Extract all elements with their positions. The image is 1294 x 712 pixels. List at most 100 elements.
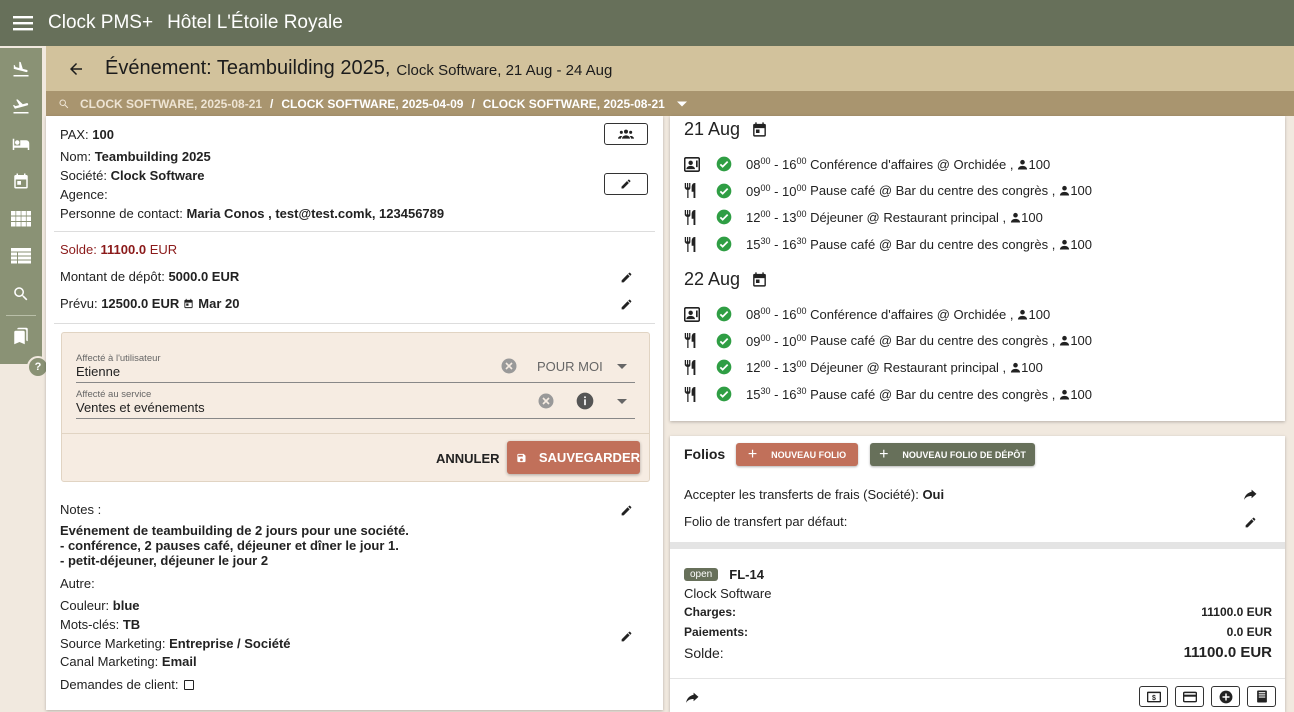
calendar-icon — [184, 298, 193, 309]
name-value: Teambuilding 2025 — [94, 149, 211, 164]
new-folio-button[interactable]: + NOUVEAU FOLIO — [736, 443, 858, 466]
search-icon — [14, 287, 28, 301]
agency-label: Agence: — [60, 187, 108, 202]
edit-notes-button[interactable] — [616, 500, 636, 520]
event-type-icon — [684, 156, 704, 172]
event-description: Pause café @ Bar du centre des congrès , — [810, 183, 1056, 199]
folio-number[interactable]: FL-14 — [729, 567, 764, 582]
end-minute: 00 — [796, 209, 807, 220]
breadcrumb-item[interactable]: CLOCK SOFTWARE, 2025-08-21 — [483, 97, 665, 111]
info-button[interactable] — [574, 390, 596, 412]
for-me-button[interactable]: POUR MOI — [537, 359, 603, 374]
day-title: 22 Aug — [684, 269, 741, 289]
keywords-label: Mots-clés: — [60, 617, 120, 632]
company-label: Société: — [60, 168, 107, 183]
schedule-item[interactable]: 1200 - 1300 Déjeuner @ Restaurant princi… — [684, 207, 1043, 227]
schedule-item[interactable]: 0800 - 1600 Conférence d'affaires @ Orch… — [684, 304, 1050, 324]
default-transfer-label: Folio de transfert par défaut: — [684, 514, 848, 529]
day-title: 21 Aug — [684, 119, 741, 139]
edit-default-transfer-button[interactable] — [1240, 512, 1260, 532]
nav-in-house[interactable] — [0, 125, 42, 163]
edit-deposit-button[interactable] — [616, 267, 636, 287]
info-icon — [576, 392, 594, 410]
section-separator — [670, 542, 1285, 549]
schedule-item[interactable]: 0900 - 1000 Pause café @ Bar du centre d… — [684, 331, 1092, 351]
close-circle-icon — [538, 393, 554, 409]
schedule-item[interactable]: 0800 - 1600 Conférence d'affaires @ Orch… — [684, 154, 1050, 174]
arrow-back-icon — [70, 62, 82, 75]
breadcrumb-item[interactable]: CLOCK SOFTWARE, 2025-08-21 — [80, 97, 262, 111]
person-icon — [1018, 159, 1028, 170]
menu-button[interactable] — [0, 0, 46, 46]
person-icon — [1060, 336, 1070, 346]
schedule-item[interactable]: 1530 - 1630 Pause café @ Bar du centre d… — [684, 384, 1092, 404]
balance-row: Solde: 11100.0 EUR — [60, 242, 177, 257]
caret-down-icon[interactable] — [676, 101, 687, 107]
side-nav — [0, 48, 42, 364]
breadcrumb-item[interactable]: CLOCK SOFTWARE, 2025-04-09 — [281, 97, 463, 111]
participants-button[interactable] — [604, 123, 648, 145]
user-field[interactable]: Etienne — [76, 364, 120, 379]
forward-arrow-icon — [1243, 489, 1256, 500]
source-row: Source Marketing: Entreprise / Société — [60, 636, 291, 651]
add-circle-icon — [1219, 690, 1232, 703]
check-circle-icon — [716, 306, 732, 322]
nav-departures[interactable] — [0, 88, 42, 126]
divider — [670, 678, 1285, 679]
calendar-event-icon[interactable] — [751, 121, 768, 138]
day-header: 22 Aug — [684, 269, 768, 290]
nav-arrivals[interactable] — [0, 50, 42, 88]
nav-search[interactable] — [0, 275, 42, 313]
breadcrumb: CLOCK SOFTWARE, 2025-08-21 / CLOCK SOFTW… — [46, 91, 1294, 116]
edit-other-button[interactable] — [616, 626, 636, 646]
check-circle-icon — [716, 183, 732, 199]
user-field-label: Affecté à l'utilisateur — [76, 353, 161, 364]
save-button[interactable]: SAUVEGARDER — [507, 441, 640, 474]
edit-details-button[interactable] — [604, 173, 648, 195]
service-field[interactable]: Ventes et evénements — [76, 400, 205, 415]
end-minute: 30 — [796, 236, 807, 247]
new-deposit-folio-button[interactable]: + NOUVEAU FOLIO DE DÉPÔT — [870, 443, 1035, 466]
folio-header: open FL-14 — [684, 567, 764, 582]
nav-table[interactable] — [0, 238, 42, 276]
dropdown-arrow-icon[interactable] — [617, 364, 627, 369]
app-bar: Clock PMS+ Hôtel L'Étoile Royale — [0, 0, 1294, 46]
nav-calendar[interactable] — [0, 163, 42, 201]
restaurant-icon — [684, 209, 696, 225]
schedule-item[interactable]: 0900 - 1000 Pause café @ Bar du centre d… — [684, 181, 1092, 201]
end-minute: 00 — [796, 306, 807, 316]
cancel-button[interactable]: ANNULER — [436, 451, 500, 466]
accept-transfers-label: Accepter les transferts de frais (Sociét… — [684, 487, 919, 502]
schedule-item[interactable]: 1530 - 1630 Pause café @ Bar du centre d… — [684, 234, 1092, 254]
clear-user-button[interactable] — [499, 356, 519, 376]
invoice-button[interactable] — [1247, 686, 1276, 707]
transfer-settings-button[interactable] — [1240, 485, 1260, 505]
start-hour: 12 — [746, 210, 761, 226]
nav-bookmarks[interactable] — [0, 318, 42, 356]
status-badge: open — [684, 568, 719, 581]
requests-checkbox[interactable] — [183, 679, 194, 690]
clear-service-button[interactable] — [536, 391, 556, 411]
schedule-item[interactable]: 1200 - 1300 Déjeuner @ Restaurant princi… — [684, 357, 1043, 377]
end-hour: 13 — [782, 210, 797, 226]
calendar-event-icon[interactable] — [751, 271, 768, 288]
nav-grid[interactable] — [0, 200, 42, 238]
contact-row: Personne de contact: Maria Conos , test@… — [60, 206, 444, 221]
other-label: Autre: — [60, 576, 95, 591]
add-payment-button[interactable] — [1175, 686, 1204, 707]
edit-planned-button[interactable] — [616, 294, 636, 314]
transfer-folio-button[interactable] — [682, 688, 702, 708]
start-minute: 00 — [760, 359, 771, 370]
add-item-button[interactable] — [1211, 686, 1240, 707]
back-button[interactable] — [59, 52, 93, 86]
dropdown-arrow-icon[interactable] — [617, 399, 627, 404]
note-line: Evénement de teambuilding de 2 jours pou… — [60, 523, 409, 538]
event-type-icon — [684, 236, 704, 252]
pax-label: PAX: — [60, 127, 89, 142]
status-icon — [716, 385, 734, 403]
end-hour: 16 — [782, 237, 797, 253]
channel-label: Canal Marketing: — [60, 654, 159, 669]
add-charge-button[interactable]: $ — [1139, 686, 1168, 707]
event-details-card: PAX: 100 Nom: Teambuilding 2025 Société:… — [46, 116, 663, 710]
restaurant-icon — [684, 183, 696, 199]
